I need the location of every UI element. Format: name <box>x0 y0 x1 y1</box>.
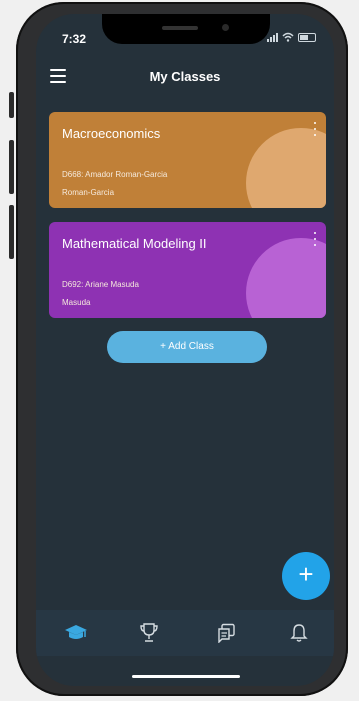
class-name: Macroeconomics <box>62 126 161 141</box>
mute-switch <box>9 92 14 118</box>
speaker <box>162 26 198 30</box>
signal-icon <box>267 32 278 42</box>
add-class-button[interactable]: + Add Class <box>107 331 267 363</box>
class-code: D692: Ariane Masuda <box>62 280 139 289</box>
home-indicator[interactable] <box>132 675 240 678</box>
bottom-nav <box>36 610 334 656</box>
class-name: Mathematical Modeling II <box>62 236 207 251</box>
add-fab-button[interactable]: + <box>282 552 330 600</box>
nav-achievements[interactable] <box>134 620 164 646</box>
trophy-icon <box>140 623 158 642</box>
classes-icon <box>65 625 87 639</box>
bell-icon <box>290 624 308 642</box>
wifi-icon <box>282 32 294 42</box>
camera <box>222 24 229 31</box>
status-icons <box>267 32 316 42</box>
nav-messages[interactable] <box>211 620 241 646</box>
app-header: My Classes <box>36 66 334 88</box>
class-teacher: Roman-Garcia <box>62 188 115 197</box>
notch <box>102 14 270 44</box>
class-teacher: Masuda <box>62 298 91 307</box>
app-screen: 7:32 My Classes Macroeconomics D668: Ama… <box>36 14 334 686</box>
more-options-icon[interactable] <box>314 122 318 136</box>
card-decoration <box>246 238 326 318</box>
card-decoration <box>246 128 326 208</box>
more-options-icon[interactable] <box>314 232 318 246</box>
chat-icon <box>218 623 235 643</box>
nav-classes[interactable] <box>61 620 91 646</box>
volume-up-button <box>9 140 14 194</box>
page-title: My Classes <box>149 69 221 84</box>
class-card-macroeconomics[interactable]: Macroeconomics D668: Amador Roman-Garcia… <box>49 112 326 208</box>
battery-icon <box>298 32 316 42</box>
class-code: D668: Amador Roman-Garcia <box>62 170 168 179</box>
class-card-mathematical-modeling[interactable]: Mathematical Modeling II D692: Ariane Ma… <box>49 222 326 318</box>
nav-notifications[interactable] <box>284 620 314 646</box>
volume-down-button <box>9 205 14 259</box>
status-time: 7:32 <box>62 32 87 46</box>
